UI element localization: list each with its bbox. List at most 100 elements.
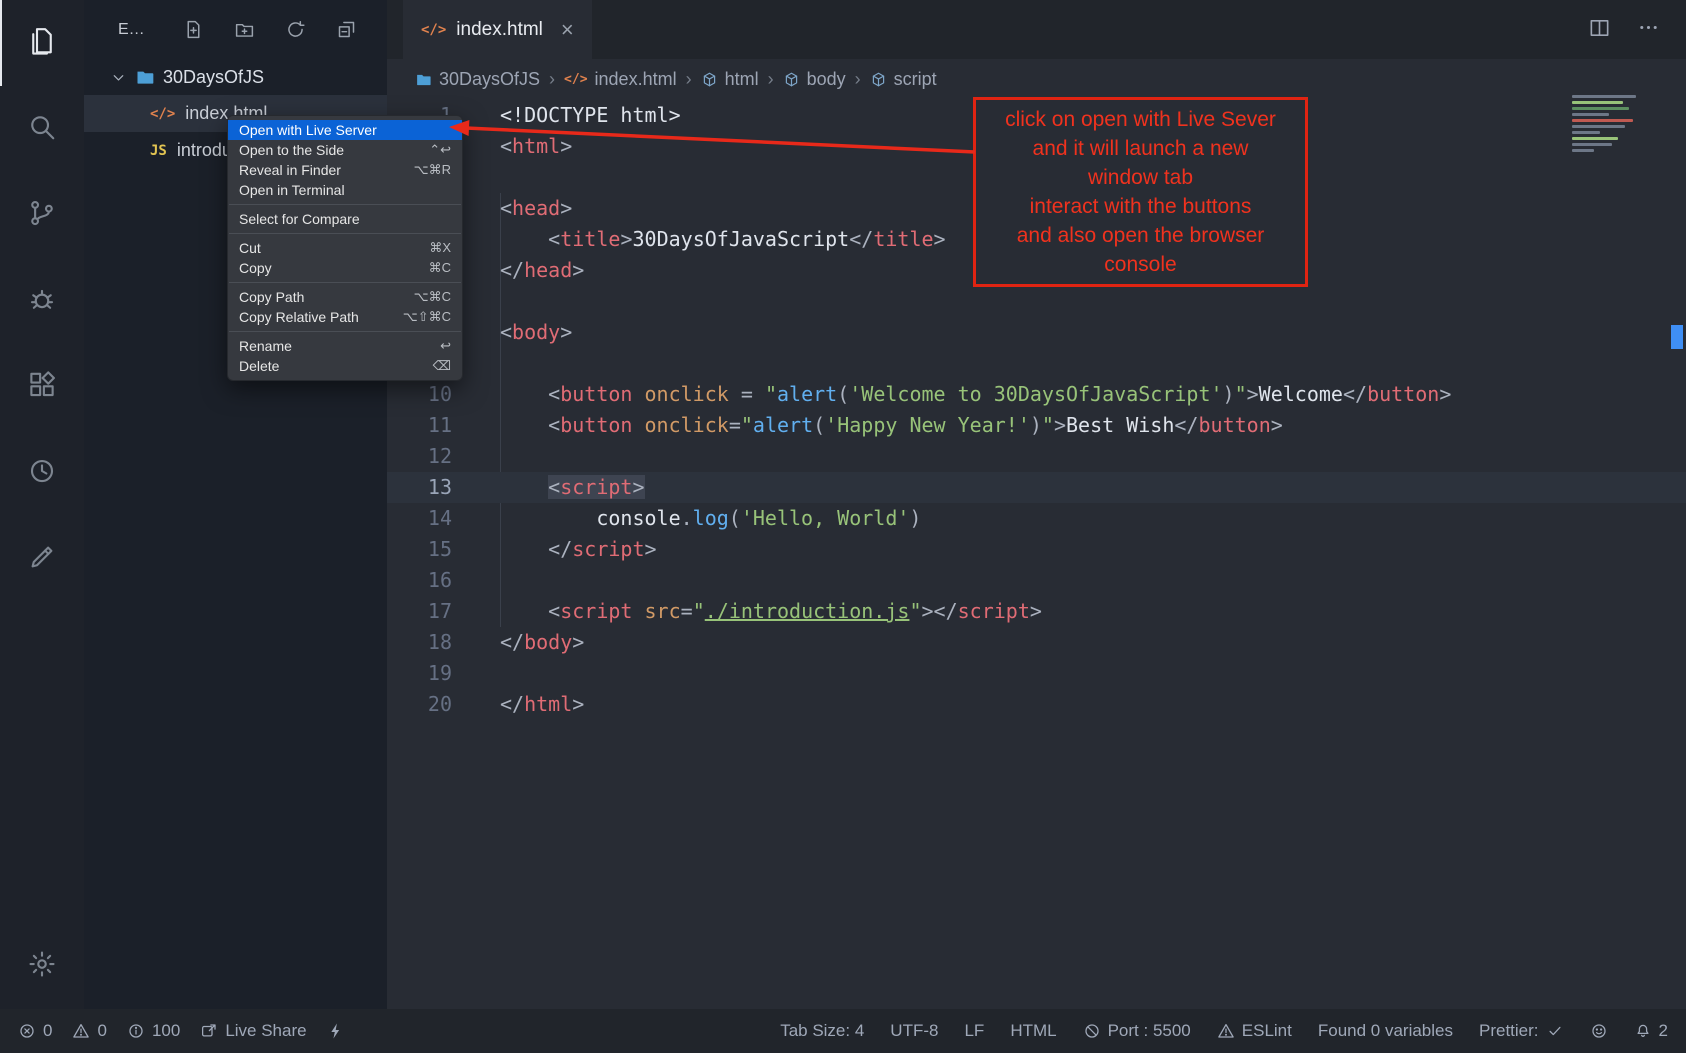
code-text: <button onclick = "alert('Welcome to 30D… [452,379,1451,410]
activitybar-settings[interactable] [0,923,84,1009]
menu-item-open-to-the-side[interactable]: Open to the Side⌃↩ [228,140,462,160]
status-found-0-variables[interactable]: Found 0 variables [1318,1021,1453,1041]
status-0[interactable]: 0 [18,1021,52,1041]
code-text: <script> [452,472,645,503]
status-live-share[interactable]: Live Share [200,1021,306,1041]
folder-icon [415,71,432,88]
tab-index-html[interactable]: </> index.html × [403,0,592,59]
status-port-5500[interactable]: Port : 5500 [1083,1021,1191,1041]
breadcrumb-script[interactable]: script [870,69,937,90]
code-line-18[interactable]: 18</body> [387,627,1686,658]
code-text: </head> [452,255,584,286]
line-number: 17 [387,596,452,627]
menu-item-shortcut: ⌥⌘C [414,289,451,305]
history-icon [27,456,57,491]
status-smiley[interactable] [1590,1022,1608,1040]
more-actions-icon[interactable] [1637,16,1660,44]
menu-item-label: Open to the Side [239,142,344,158]
breadcrumb-body[interactable]: body [783,69,846,90]
status-label: 100 [152,1021,180,1041]
cube-icon [783,71,800,88]
code-line-15[interactable]: 15 </script> [387,534,1686,565]
breadcrumb-30daysofjs[interactable]: 30DaysOfJS [415,69,540,90]
explorer-icon [27,26,57,61]
status-prettier[interactable]: Prettier: [1479,1021,1564,1041]
status-100[interactable]: 100 [127,1021,180,1041]
new-folder-icon[interactable] [234,19,255,40]
annotation-text-line: and it will launch a new [1033,134,1249,163]
menu-separator [229,233,461,234]
code-line-19[interactable]: 19 [387,658,1686,689]
line-number: 11 [387,410,452,441]
code-line-9[interactable]: 9 [387,348,1686,379]
breadcrumb-html[interactable]: html [701,69,759,90]
menu-item-copy-path[interactable]: Copy Path⌥⌘C [228,287,462,307]
minimap[interactable] [1572,92,1664,155]
menu-item-reveal-in-finder[interactable]: Reveal in Finder⌥⌘R [228,160,462,180]
menu-item-rename[interactable]: Rename↩ [228,336,462,356]
menu-item-open-with-live-server[interactable]: Open with Live Server [228,120,462,140]
activitybar-feedback[interactable] [0,516,84,602]
cube-icon [701,71,718,88]
chevron-down-icon [110,69,127,86]
menu-item-cut[interactable]: Cut⌘X [228,238,462,258]
code-line-10[interactable]: 10 <button onclick = "alert('Welcome to … [387,379,1686,410]
code-line-16[interactable]: 16 [387,565,1686,596]
split-editor-icon[interactable] [1588,16,1611,44]
status-eslint[interactable]: ESLint [1217,1021,1292,1041]
activitybar-source-control[interactable] [0,172,84,258]
status-label: 2 [1659,1021,1668,1041]
menu-item-copy-relative-path[interactable]: Copy Relative Path⌥⇧⌘C [228,307,462,327]
code-line-14[interactable]: 14 console.log('Hello, World') [387,503,1686,534]
menu-item-delete[interactable]: Delete⌫ [228,356,462,376]
status-label: Port : 5500 [1108,1021,1191,1041]
menu-item-label: Cut [239,240,261,256]
scrollbar-marker [1671,325,1683,349]
close-tab-icon[interactable]: × [561,17,574,43]
code-line-20[interactable]: 20</html> [387,689,1686,720]
code-line-11[interactable]: 11 <button onclick="alert('Happy New Yea… [387,410,1686,441]
new-file-icon[interactable] [183,19,204,40]
activity-bar [0,0,84,1009]
activitybar-history[interactable] [0,430,84,516]
breadcrumb-label: html [725,69,759,90]
status-2[interactable]: 2 [1634,1021,1668,1041]
annotation-text-line: click on open with Live Sever [1005,105,1276,134]
menu-item-copy[interactable]: Copy⌘C [228,258,462,278]
activity-bar-bottom [0,923,84,1009]
annotation-box: click on open with Live Severand it will… [973,97,1308,287]
code-line-17[interactable]: 17 <script src="./introduction.js"></scr… [387,596,1686,627]
smiley-icon [1590,1022,1608,1040]
code-text: <script src="./introduction.js"></script… [452,596,1042,627]
status-label: 0 [97,1021,106,1041]
tabbar-actions [1588,0,1686,59]
code-line-8[interactable]: 8<body> [387,317,1686,348]
breadcrumb-index-html[interactable]: </>index.html [564,69,677,90]
code-line-13[interactable]: 13 <script> [387,472,1686,503]
status-label: Live Share [225,1021,306,1041]
line-number: 12 [387,441,452,472]
info-icon [127,1022,145,1040]
lightning-icon [327,1022,345,1040]
collapse-all-icon[interactable] [336,19,357,40]
status-html[interactable]: HTML [1010,1021,1056,1041]
annotation-text-line: and also open the browser [1017,221,1265,250]
activitybar-explorer[interactable] [0,0,84,86]
menu-item-label: Reveal in Finder [239,162,341,178]
refresh-icon[interactable] [285,19,306,40]
code-line-7[interactable]: 7 [387,286,1686,317]
folder-row-30daysofjs[interactable]: 30DaysOfJS [84,59,387,95]
status-0[interactable]: 0 [72,1021,106,1041]
activitybar-search[interactable] [0,86,84,172]
activitybar-extensions[interactable] [0,344,84,430]
menu-item-shortcut: ↩ [440,338,451,354]
status-tab-size-4[interactable]: Tab Size: 4 [780,1021,864,1041]
menu-item-open-in-terminal[interactable]: Open in Terminal [228,180,462,200]
activitybar-debug[interactable] [0,258,84,344]
html-file-icon: </> [150,106,175,122]
status-lightning[interactable] [327,1022,345,1040]
status-utf-8[interactable]: UTF-8 [890,1021,938,1041]
code-line-12[interactable]: 12 [387,441,1686,472]
status-lf[interactable]: LF [964,1021,984,1041]
menu-item-select-for-compare[interactable]: Select for Compare [228,209,462,229]
